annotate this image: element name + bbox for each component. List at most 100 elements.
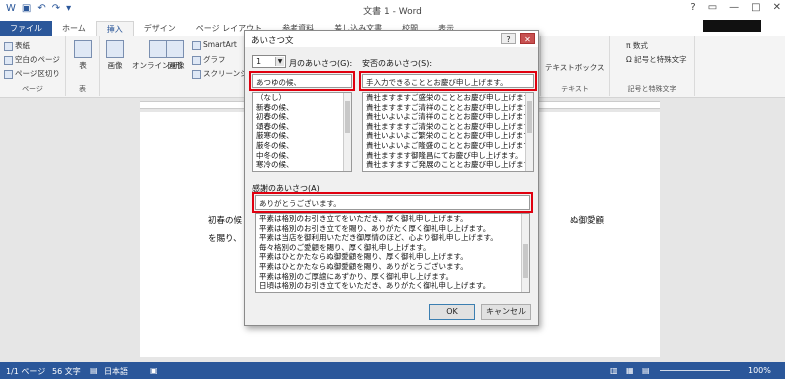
list-item[interactable]: 毎々格別のご愛顧を賜り、厚く御礼申し上げます。	[256, 243, 529, 253]
list-item[interactable]: 厳寒の候、	[253, 131, 351, 141]
tab-home[interactable]: ホーム	[52, 21, 96, 36]
page-count[interactable]: 1/1 ページ	[6, 366, 45, 377]
equation-button[interactable]: π 数式	[626, 40, 648, 51]
window-title: 文書 1 - Word	[363, 7, 422, 17]
textbox-button[interactable]: テキストボックス	[545, 62, 605, 73]
group-symbols: π 数式 Ω 記号と特殊文字 記号と特殊文字	[610, 36, 695, 96]
anpi-greeting-list[interactable]: 貴社ますますご盛栄のこととお慶び申し上げます。 貴社ますますご清祥のこととお慶び申…	[362, 92, 534, 172]
online-picture-icon	[149, 40, 168, 58]
ok-button[interactable]: OK	[429, 304, 475, 320]
list-item[interactable]: 貴社ますますご清栄のこととお慶び申し上げます。	[363, 122, 533, 132]
proofing-icon[interactable]: ▤	[90, 366, 98, 375]
cancel-button[interactable]: キャンセル	[481, 304, 531, 320]
thanks-greeting-label: 感謝のあいさつ(A)	[252, 184, 320, 193]
blank-page-icon	[4, 55, 13, 65]
doc-line-1-end: ぬ御愛顧	[570, 216, 605, 226]
page-break-button[interactable]: ページ区切り	[4, 68, 60, 79]
group-pages: 表紙 空白のページ ページ区切り ページ	[0, 36, 66, 96]
chart-button[interactable]: グラフ	[192, 54, 226, 65]
shapes-button[interactable]: 図形	[166, 40, 184, 71]
dialog-close-button[interactable]: ✕	[520, 33, 535, 44]
list-item[interactable]: （なし）	[253, 93, 351, 103]
picture-button[interactable]: 画像	[106, 40, 124, 71]
ribbon-options-icon[interactable]: ▭	[708, 2, 717, 13]
list-item[interactable]: 日頃は格別のお引き立てをいただき、ありがたく御礼申し上げます。	[256, 281, 529, 291]
list-item[interactable]: 中冬の候、	[253, 151, 351, 161]
shapes-icon	[166, 40, 184, 58]
list-item[interactable]: 厳冬の候、	[253, 141, 351, 151]
greeting-dialog: あいさつ文 ? ✕ 1 ▼ 月のあいさつ(G): 安否のあいさつ(S): あつゆ…	[244, 30, 539, 326]
group-label-symbols: 記号と特殊文字	[627, 85, 677, 93]
account-area[interactable]	[703, 20, 761, 32]
list-item[interactable]: 寒冷の候、	[253, 160, 351, 170]
vertical-ruler	[0, 112, 14, 357]
list-item[interactable]: 平素はひとかたならぬ御愛顧を賜り、厚く御礼申し上げます。	[256, 252, 529, 262]
month-select-value: 1	[256, 57, 262, 66]
thanks-greeting-list[interactable]: 平素は格別のお引き立てをいただき、厚く御礼申し上げます。 平素は格別のお引き立てを…	[255, 213, 530, 293]
group-illustrations: 画像 オンライン画像 図形 SmartArt グラフ スクリーンショ	[100, 36, 255, 96]
tab-design[interactable]: デザイン	[134, 21, 186, 36]
title-bar: W ▣ ↶ ↷ ▾ 文書 1 - Word ? ▭ — □ ✕	[0, 0, 785, 20]
zoom-level[interactable]: 100%	[748, 366, 771, 375]
group-text: テキストボックス テキスト	[540, 36, 610, 96]
zoom-slider[interactable]	[660, 370, 730, 371]
cover-page-button[interactable]: 表紙	[4, 40, 30, 51]
smartart-icon	[192, 40, 201, 50]
doc-line-2: を賜り、	[208, 234, 242, 244]
chart-icon	[192, 55, 201, 65]
list-item[interactable]: 貴社ますますご清祥のこととお慶び申し上げます。	[363, 103, 533, 113]
read-mode-icon[interactable]: ▥	[610, 366, 618, 375]
anpi-greeting-input[interactable]: 手入力できることとお慶び申し上げます。	[362, 74, 534, 88]
status-bar: 1/1 ページ 56 文字 ▤ 日本語 ▣ ▥ ▦ ▤ 100%	[0, 362, 785, 379]
symbol-button[interactable]: Ω 記号と特殊文字	[626, 54, 687, 65]
close-button[interactable]: ✕	[773, 2, 781, 13]
word-count[interactable]: 56 文字	[52, 366, 81, 377]
pi-icon: π	[626, 41, 633, 50]
tab-file[interactable]: ファイル	[0, 21, 52, 36]
omega-icon: Ω	[626, 55, 635, 64]
list-item[interactable]: 貴社ますますご盛栄のこととお慶び申し上げます。	[363, 93, 533, 103]
list-item[interactable]: 初春の候、	[253, 112, 351, 122]
language-indicator[interactable]: 日本語	[104, 366, 128, 377]
month-list-scrollbar[interactable]	[343, 93, 351, 171]
smartart-button[interactable]: SmartArt	[192, 40, 237, 50]
month-select[interactable]: 1 ▼	[252, 55, 286, 68]
list-item[interactable]: 新春の候、	[253, 103, 351, 113]
group-label-pages: ページ	[22, 85, 43, 93]
list-item[interactable]: 貴社ますます御隆昌にてお慶び申し上げます。	[363, 151, 533, 161]
doc-line-1-start: 初春の候	[208, 216, 243, 226]
anpi-list-scrollbar[interactable]	[525, 93, 533, 171]
print-layout-icon[interactable]: ▦	[626, 366, 634, 375]
list-item[interactable]: 平素は格別のお引き立てを賜り、ありがたく厚く御礼申し上げます。	[256, 224, 529, 234]
month-greeting-input[interactable]: あつゆの候、	[252, 74, 352, 88]
dialog-help-button[interactable]: ?	[501, 33, 516, 44]
help-icon[interactable]: ?	[690, 2, 695, 13]
thanks-greeting-input[interactable]: ありがとうございます。	[255, 195, 530, 210]
table-button[interactable]: 表	[74, 40, 92, 71]
month-greeting-label: 月のあいさつ(G):	[289, 59, 353, 68]
chevron-down-icon: ▼	[275, 57, 284, 66]
blank-page-button[interactable]: 空白のページ	[4, 54, 60, 65]
month-greeting-list[interactable]: （なし） 新春の候、 初春の候、 頌春の候、 厳寒の候、 厳冬の候、 中冬の候、 寒冷の候、	[252, 92, 352, 172]
list-item[interactable]: 頌春の候、	[253, 122, 351, 132]
tab-insert[interactable]: 挿入	[95, 21, 134, 36]
list-item[interactable]: 貴社ますますご発展のこととお慶び申し上げます。	[363, 160, 533, 170]
minimize-button[interactable]: —	[729, 2, 739, 13]
picture-icon	[106, 40, 124, 58]
macro-icon[interactable]: ▣	[150, 366, 158, 375]
page-break-icon	[4, 69, 13, 79]
group-label-table: 表	[79, 85, 86, 93]
list-item[interactable]: 平素は当店を御利用いただき御厚情のほど、心より御礼申し上げます。	[256, 233, 529, 243]
list-item[interactable]: 平素は格別のお引き立てをいただき、厚く御礼申し上げます。	[256, 214, 529, 224]
list-item[interactable]: 貴社いよいよご繁栄のこととお慶び申し上げます。	[363, 131, 533, 141]
list-item[interactable]: 貴社いよいよご清祥のこととお慶び申し上げます。	[363, 112, 533, 122]
list-item[interactable]: 平素はひとかたならぬ御愛顧を賜り、ありがとうございます。	[256, 262, 529, 272]
list-item[interactable]: 平素は格別のご厚誼にあずかり、厚く御礼申し上げます。	[256, 272, 529, 282]
screenshot-icon	[192, 69, 201, 79]
web-layout-icon[interactable]: ▤	[642, 366, 650, 375]
list-item[interactable]: 貴社いよいよご隆盛のこととお慶び申し上げます。	[363, 141, 533, 151]
maximize-button[interactable]: □	[751, 2, 760, 13]
thanks-list-scrollbar[interactable]	[521, 214, 529, 292]
anpi-greeting-label: 安否のあいさつ(S):	[362, 59, 433, 68]
cover-page-icon	[4, 41, 13, 51]
